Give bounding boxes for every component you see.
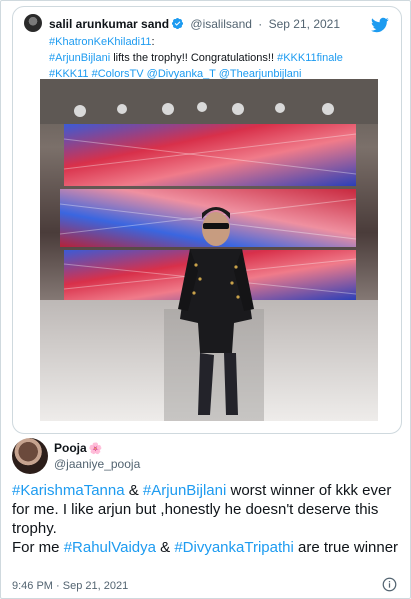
quoted-avatar[interactable] xyxy=(24,14,42,32)
hashtag-link[interactable]: #ArjunBijlani xyxy=(49,52,110,64)
quoted-header: salil arunkumar sand @isalilsand · Sep 2… xyxy=(49,17,340,31)
tweet-text: #KarishmaTanna & #ArjunBijlani worst win… xyxy=(12,482,399,556)
hashtag-link[interactable]: #KKK11finale xyxy=(277,52,343,64)
author-handle[interactable]: @jaaniye_pooja xyxy=(54,457,140,471)
author-avatar[interactable] xyxy=(12,438,48,474)
quoted-tweet-text: #KhatronKeKhiladi11: #ArjunBijlani lifts… xyxy=(49,36,343,80)
hashtag-link[interactable]: #DivyankaTripathi xyxy=(174,539,294,556)
tweet-photo[interactable] xyxy=(40,79,378,421)
tweet-timestamp[interactable]: 9:46 PM · Sep 21, 2021 xyxy=(12,579,128,593)
flower-emoji: 🌸 xyxy=(88,443,103,455)
quoted-author-name[interactable]: salil arunkumar sand xyxy=(49,17,169,31)
info-icon[interactable] xyxy=(382,577,397,592)
author-name[interactable]: Pooja 🌸 xyxy=(54,441,102,456)
quoted-date[interactable]: Sep 21, 2021 xyxy=(269,17,340,31)
hashtag-link[interactable]: #KhatronKeKhiladi11 xyxy=(49,36,152,48)
quoted-handle[interactable]: @isalilsand xyxy=(190,17,252,31)
meta-separator: · xyxy=(258,17,263,31)
hashtag-link[interactable]: #KarishmaTanna xyxy=(12,482,125,499)
twitter-bird-icon[interactable] xyxy=(371,16,389,34)
hashtag-link[interactable]: #RahulVaidya xyxy=(64,539,156,556)
tweet-card: salil arunkumar sand @isalilsand · Sep 2… xyxy=(0,0,411,599)
hashtag-link[interactable]: #ArjunBijlani xyxy=(143,482,226,499)
verified-badge-icon xyxy=(171,17,184,30)
